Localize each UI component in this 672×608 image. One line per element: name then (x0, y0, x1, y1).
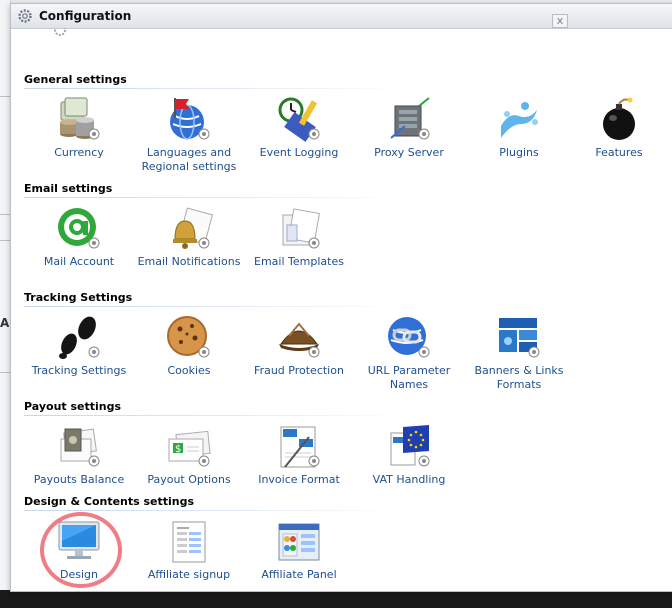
taskbar (0, 590, 672, 608)
item-label: Languages and Regional settings (141, 146, 237, 173)
item-label: Email Templates (254, 255, 344, 268)
link-globe-icon (388, 317, 430, 358)
dollar-card-icon: $ (168, 430, 211, 467)
item-label: URL Parameter Names (367, 364, 451, 391)
plugins-item[interactable]: Plugins (464, 96, 574, 160)
item-label: Currency (54, 146, 104, 159)
payouts-balance-item[interactable]: Payouts Balance (24, 423, 134, 487)
server-icon (390, 97, 430, 140)
cookies-item[interactable]: Cookies (134, 314, 244, 378)
item-label: Invoice Format (258, 473, 340, 486)
event-logging-item[interactable]: Event Logging (244, 96, 354, 160)
bomb-icon (603, 97, 635, 140)
envelope-template-icon (282, 208, 320, 249)
item-label: Affiliate Panel (261, 568, 337, 581)
close-button[interactable]: x (552, 14, 568, 28)
item-label: Payout Options (147, 473, 231, 486)
section-divider (24, 88, 404, 89)
item-label: Cookies (167, 364, 211, 377)
email-notifications-item[interactable]: Email Notifications (134, 205, 244, 269)
item-label: VAT Handling (372, 473, 446, 486)
coins-icon (60, 97, 100, 140)
mail-account-item[interactable]: Mail Account (24, 205, 134, 269)
section-title-payout: Payout settings (24, 400, 122, 413)
tracking-settings-item[interactable]: Tracking Settings (24, 314, 134, 378)
globe-flag-icon (170, 98, 210, 140)
email-templates-item[interactable]: Email Templates (244, 205, 354, 269)
section-title-general: General settings (24, 73, 127, 86)
footprints-icon (59, 316, 100, 359)
languages-regional-item[interactable]: Languages and Regional settings (134, 96, 244, 174)
cookie-icon (167, 316, 210, 358)
section-title-design: Design & Contents settings (24, 495, 195, 508)
background-divider (0, 214, 10, 215)
at-sign-icon (58, 208, 100, 249)
item-label: Email Notifications (137, 255, 241, 268)
eu-flag-icon (390, 425, 430, 467)
gear-icon (54, 28, 66, 36)
section-title-email: Email settings (24, 182, 113, 195)
section-title-tracking: Tracking Settings (24, 291, 133, 304)
highlight-circle (40, 512, 122, 588)
item-label: Mail Account (43, 255, 115, 268)
svg-text:$: $ (175, 444, 181, 455)
banners-links-formats-item[interactable]: Banners & Links Formats (464, 314, 574, 392)
item-label: Affiliate signup (147, 568, 231, 581)
invoice-format-item[interactable]: Invoice Format (244, 423, 354, 487)
background-divider (0, 240, 10, 241)
gear-icon (18, 9, 32, 23)
item-label: Plugins (499, 146, 539, 159)
vat-handling-item[interactable]: VAT Handling (354, 423, 464, 487)
panel-window-icon (278, 523, 320, 561)
item-label: Features (595, 146, 643, 159)
item-label: Event Logging (259, 146, 339, 159)
banners-icon (499, 318, 540, 358)
background-divider (0, 372, 10, 373)
url-parameter-names-item[interactable]: URL Parameter Names (354, 314, 464, 392)
affiliate-signup-item[interactable]: Affiliate signup (134, 518, 244, 582)
dialog-titlebar[interactable]: Configuration x (11, 4, 672, 29)
proxy-server-item[interactable]: Proxy Server (354, 96, 464, 160)
signup-form-icon (172, 521, 206, 563)
item-label: Tracking Settings (31, 364, 127, 377)
money-card-icon (60, 428, 100, 467)
invoice-pen-icon (280, 426, 320, 468)
configuration-dialog: Configuration x General settings Currenc… (10, 3, 672, 592)
section-divider (24, 415, 404, 416)
currency-item[interactable]: Currency (24, 96, 134, 160)
item-label: Banners & Links Formats (474, 364, 564, 391)
payout-options-item[interactable]: $ Payout Options (134, 423, 244, 487)
puzzle-splash-icon (501, 102, 538, 138)
close-icon: x (556, 14, 564, 27)
item-label: Payouts Balance (33, 473, 125, 486)
item-label: Proxy Server (374, 146, 444, 159)
section-divider (24, 510, 404, 511)
background-text-fragment: A (0, 316, 10, 330)
detective-hat-icon (279, 322, 320, 358)
bell-envelope-icon (173, 207, 213, 249)
section-divider (24, 197, 404, 198)
features-item[interactable]: Features (574, 96, 664, 160)
background-divider (0, 96, 10, 97)
affiliate-panel-item[interactable]: Affiliate Panel (244, 518, 354, 582)
item-label: Fraud Protection (254, 364, 344, 377)
fraud-protection-item[interactable]: Fraud Protection (244, 314, 354, 378)
section-divider (24, 306, 404, 307)
clock-pencil-icon (278, 97, 320, 142)
dialog-title: Configuration (39, 9, 132, 23)
